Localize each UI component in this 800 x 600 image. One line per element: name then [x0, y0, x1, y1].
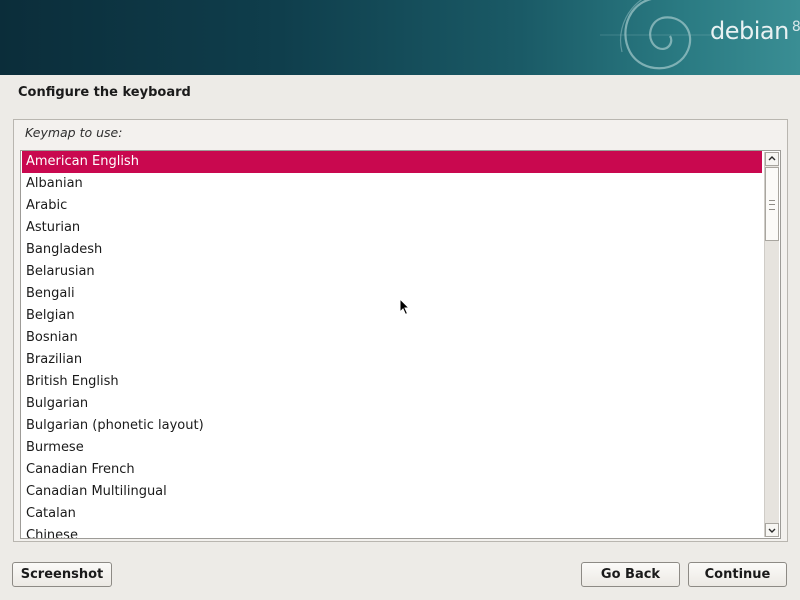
list-item[interactable]: Brazilian [22, 349, 762, 371]
keymap-list: American English Albanian Arabic Asturian Ba… [22, 151, 762, 538]
list-item[interactable]: Chinese [22, 525, 762, 538]
mouse-pointer-icon [399, 298, 411, 316]
list-item[interactable]: Canadian Multilingual [22, 481, 762, 503]
scroll-down-button[interactable] [765, 523, 779, 537]
list-item[interactable]: Asturian [22, 217, 762, 239]
scroll-up-button[interactable] [765, 152, 779, 166]
scrollbar-thumb[interactable] [765, 167, 779, 241]
list-item[interactable]: Albanian [22, 173, 762, 195]
go-back-button[interactable]: Go Back [581, 562, 680, 587]
list-item[interactable]: Canadian French [22, 459, 762, 481]
chevron-down-icon [768, 528, 776, 533]
list-item[interactable]: Bosnian [22, 327, 762, 349]
debian-wordmark: debian 8 [710, 17, 800, 45]
keymap-listbox[interactable]: American English Albanian Arabic Asturian Ba… [20, 150, 781, 539]
continue-button[interactable]: Continue [688, 562, 787, 587]
list-item[interactable]: Bulgarian [22, 393, 762, 415]
scrollbar[interactable] [764, 152, 779, 537]
list-item[interactable]: British English [22, 371, 762, 393]
list-item-selected[interactable]: American English [22, 151, 762, 173]
header-banner: debian 8 [0, 0, 800, 75]
grip-icon [769, 200, 775, 210]
chevron-up-icon [768, 156, 776, 161]
list-item[interactable]: Belgian [22, 305, 762, 327]
list-item[interactable]: Bengali [22, 283, 762, 305]
screenshot-button[interactable]: Screenshot [12, 562, 112, 587]
list-item[interactable]: Catalan [22, 503, 762, 525]
list-item[interactable]: Arabic [22, 195, 762, 217]
keymap-label: Keymap to use: [25, 125, 123, 140]
list-item[interactable]: Bangladesh [22, 239, 762, 261]
list-item[interactable]: Burmese [22, 437, 762, 459]
list-item[interactable]: Belarusian [22, 261, 762, 283]
keymap-panel: Keymap to use: American English Albanian A… [13, 119, 788, 542]
debian-swirl-logo [600, 0, 720, 70]
list-item[interactable]: Bulgarian (phonetic layout) [22, 415, 762, 437]
page-title: Configure the keyboard [18, 85, 191, 100]
